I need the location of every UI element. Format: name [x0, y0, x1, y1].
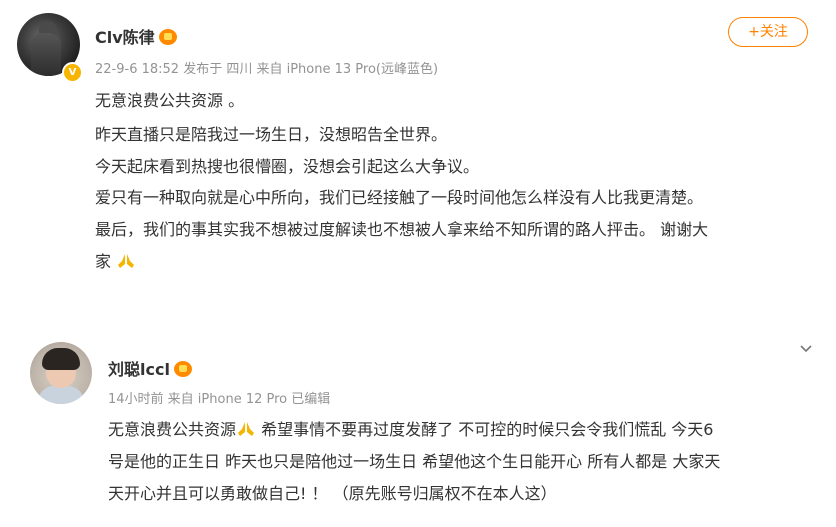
comment-author-name-row: 刘聪lccl — [108, 356, 192, 380]
comment-line-1: 无意浪费公共资源 希望事情不要再过度发酵了 不可控的时候只会令我们慌乱 今天6 — [108, 416, 713, 440]
post-line-1: 无意浪费公共资源 。 — [95, 91, 245, 110]
post-author-name[interactable]: Clv陈律 — [95, 28, 155, 47]
post-meta: 22-9-6 18:52 发布于 四川 来自 iPhone 13 Pro(远峰蓝… — [95, 62, 439, 77]
avatar-hair — [42, 348, 80, 370]
avatar-shirt — [38, 386, 84, 404]
post-line-2: 昨天直播只是陪我过一场生日，没想昭告全世界。 — [95, 125, 448, 144]
comment-meta: 14小时前 来自 iPhone 12 Pro 已编辑 — [108, 392, 331, 407]
verified-v-icon: V — [62, 62, 83, 83]
follow-button[interactable]: +关注 — [728, 17, 808, 47]
member-crown-icon — [158, 29, 177, 45]
comment-author-name[interactable]: 刘聪lccl — [108, 360, 170, 379]
post-author-name-row: Clv陈律 — [95, 24, 177, 48]
pray-hands-icon — [238, 422, 255, 436]
post-line-6: 家 — [95, 252, 112, 271]
comment-line-2: 号是他的正生日 昨天也只是陪他过一场生日 希望他这个生日能开心 所有人都是 大家… — [108, 452, 721, 471]
post-line-3: 今天起床看到热搜也很懵圈，没想会引起这么大争议。 — [95, 157, 480, 176]
chevron-down-icon[interactable] — [800, 343, 812, 355]
post-line-4: 爱只有一种取向就是心中所向，我们已经接触了一段时间他怎么样没有人比我更清楚。 — [95, 188, 704, 207]
post-line-5: 最后，我们的事其实我不想被过度解读也不想被人拿来给不知所谓的路人抨击。 谢谢大 — [95, 220, 709, 239]
comment-line-1-end: 希望事情不要再过度发酵了 不可控的时候只会令我们慌乱 今天6 — [256, 420, 714, 439]
commenter-avatar[interactable] — [30, 342, 92, 404]
comment-line-3: 天开心并且可以勇敢做自己! ！ （原先账号归属权不在本人这） — [108, 484, 557, 503]
pray-hands-icon — [118, 254, 135, 268]
member-crown-icon — [173, 361, 192, 377]
post-line-6-row: 家 — [95, 248, 136, 272]
avatar-figure-body — [31, 33, 61, 76]
comment-line-1-start: 无意浪费公共资源 — [108, 420, 237, 439]
